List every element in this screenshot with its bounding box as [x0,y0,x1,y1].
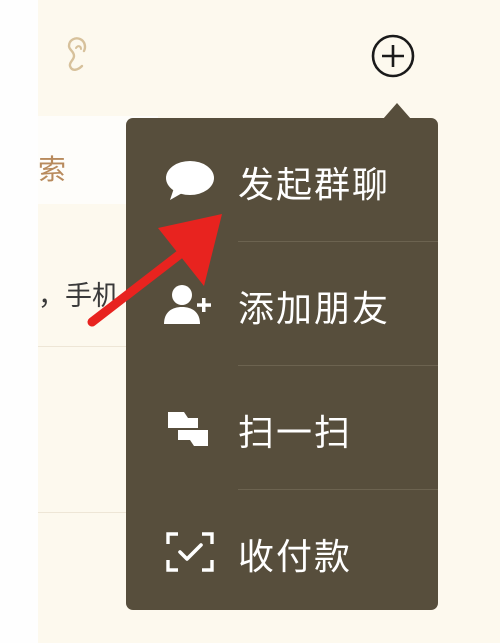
divider [38,346,128,347]
search-label: 索 [38,153,67,186]
ear-icon[interactable] [62,36,90,76]
payment-scan-icon [166,532,214,572]
menu-item-label: 添加朋友 [238,289,391,330]
menu-item-payment[interactable]: 收付款 [126,490,438,613]
add-circle-icon[interactable] [370,33,416,79]
divider [38,512,128,513]
menu-caret [383,103,411,119]
menu-item-label: 扫一扫 [238,413,353,454]
menu-item-label: 收付款 [238,537,353,578]
menu-item-scan[interactable]: 扫一扫 [126,366,438,489]
scan-icon [168,412,208,446]
popup-menu: 发起群聊 添加朋友 扫一扫 收付款 [126,118,438,610]
chat-bubble-icon [166,161,214,200]
annotation-arrow-icon [87,214,222,327]
top-bar [0,0,500,110]
menu-item-label: 发起群聊 [238,165,391,206]
